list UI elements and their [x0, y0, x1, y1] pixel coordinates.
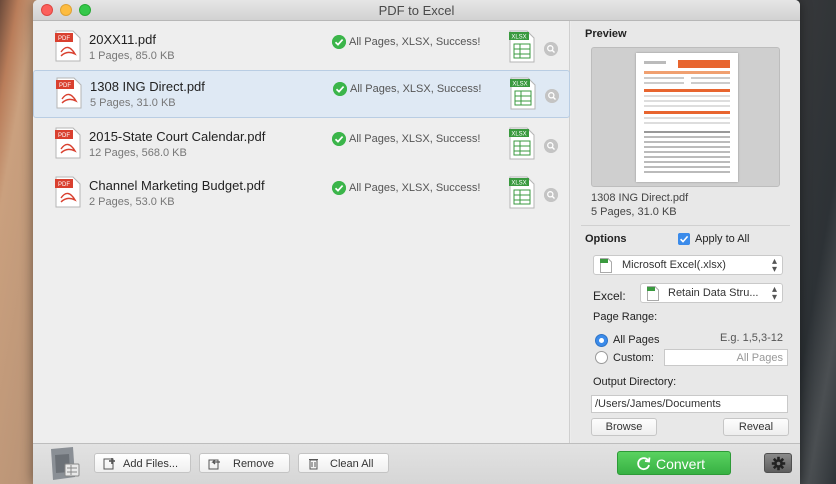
conversion-status: All Pages, XLSX, Success!	[349, 133, 481, 145]
remove-button[interactable]: Remove	[199, 453, 290, 473]
svg-text:XLSX: XLSX	[511, 181, 526, 187]
pdf-file-icon: PDF	[55, 176, 81, 208]
window-title: PDF to Excel	[378, 3, 455, 18]
convert-label: Convert	[656, 456, 706, 472]
file-name: 1308 ING Direct.pdf	[90, 79, 205, 94]
custom-range-radio[interactable]	[595, 351, 608, 364]
file-name: 20XX11.pdf	[89, 32, 156, 47]
remove-label: Remove	[233, 458, 274, 470]
pdf-file-icon: PDF	[56, 77, 82, 109]
divider	[581, 225, 790, 226]
xlsx-file-icon[interactable]: XLSX	[509, 176, 535, 209]
document-thumbnail	[636, 53, 738, 182]
preview-heading: Preview	[585, 28, 627, 40]
all-pages-label: All Pages	[613, 334, 660, 346]
app-logo-icon	[51, 447, 80, 480]
svg-text:PDF: PDF	[58, 133, 70, 139]
conversion-status: All Pages, XLSX, Success!	[349, 182, 481, 194]
stepper-arrows-icon: ▴ ▾	[771, 284, 777, 303]
success-check-icon	[333, 82, 347, 96]
preview-file-meta: 5 Pages, 31.0 KB	[591, 206, 677, 218]
page-range-label: Page Range:	[593, 311, 658, 323]
apply-to-all-label: Apply to All	[695, 233, 750, 245]
preview-area[interactable]	[591, 47, 780, 187]
preview-magnifier-icon[interactable]	[544, 188, 558, 202]
file-row-selected[interactable]: PDF 1308 ING Direct.pdf 5 Pages, 31.0 KB…	[33, 70, 570, 118]
options-heading: Options	[585, 233, 627, 245]
file-meta: 12 Pages, 568.0 KB	[89, 147, 187, 159]
excel-mode-select[interactable]: Retain Data Stru... ▴ ▾	[640, 283, 783, 303]
all-pages-radio[interactable]	[595, 334, 608, 347]
gear-icon	[771, 456, 786, 471]
remove-icon	[208, 459, 220, 470]
page-range-hint: E.g. 1,5,3-12	[720, 332, 783, 344]
svg-text:PDF: PDF	[58, 182, 70, 188]
stepper-arrows-icon: ▴ ▾	[771, 256, 777, 275]
file-name: 2015-State Court Calendar.pdf	[89, 129, 266, 144]
output-directory-value: /Users/James/Documents	[595, 398, 721, 410]
svg-text:PDF: PDF	[58, 36, 70, 42]
output-directory-label: Output Directory:	[593, 376, 677, 388]
close-window-button[interactable]	[41, 4, 53, 16]
clean-all-button[interactable]: Clean All	[298, 453, 389, 473]
svg-text:PDF: PDF	[59, 83, 71, 89]
apply-to-all-checkbox[interactable]	[678, 233, 690, 245]
output-format-select[interactable]: Microsoft Excel(.xlsx) ▴ ▾	[593, 255, 783, 275]
browse-button[interactable]: Browse	[591, 418, 657, 436]
pdf-file-icon: PDF	[55, 30, 81, 62]
reveal-button[interactable]: Reveal	[723, 418, 789, 436]
app-window: PDF to Excel PDF 20XX11.pdf 1 Pages, 85.…	[33, 0, 800, 484]
excel-label: Excel:	[593, 289, 626, 303]
excel-file-icon	[647, 286, 659, 301]
file-meta: 2 Pages, 53.0 KB	[89, 196, 175, 208]
excel-mode-value: Retain Data Stru...	[668, 287, 759, 299]
svg-text:XLSX: XLSX	[512, 82, 527, 88]
success-check-icon	[332, 181, 346, 195]
add-file-icon	[103, 458, 115, 470]
side-panel: Preview 1308 ING Direct.pdf 5 Pages, 31.…	[571, 21, 800, 443]
preview-magnifier-icon[interactable]	[544, 139, 558, 153]
settings-button[interactable]	[764, 453, 792, 473]
file-meta: 1 Pages, 85.0 KB	[89, 50, 175, 62]
file-row[interactable]: PDF 2015-State Court Calendar.pdf 12 Pag…	[33, 121, 570, 169]
refresh-icon	[637, 457, 651, 471]
xlsx-file-icon[interactable]: XLSX	[510, 77, 536, 110]
title-bar: PDF to Excel	[33, 0, 800, 21]
zoom-window-button[interactable]	[79, 4, 91, 16]
excel-file-icon	[600, 258, 612, 273]
file-meta: 5 Pages, 31.0 KB	[90, 97, 176, 109]
xlsx-file-icon[interactable]: XLSX	[509, 127, 535, 160]
preview-magnifier-icon[interactable]	[544, 42, 558, 56]
pdf-file-icon: PDF	[55, 127, 81, 159]
bottom-toolbar: Add Files... Remove Clean All Convert	[33, 443, 800, 484]
add-files-label: Add Files...	[123, 458, 179, 470]
preview-file-name: 1308 ING Direct.pdf	[591, 192, 689, 204]
output-format-value: Microsoft Excel(.xlsx)	[622, 259, 726, 271]
file-row[interactable]: PDF 20XX11.pdf 1 Pages, 85.0 KB All Page…	[33, 24, 570, 72]
file-list: PDF 20XX11.pdf 1 Pages, 85.0 KB All Page…	[33, 21, 570, 443]
custom-range-label: Custom:	[613, 352, 654, 364]
clean-all-label: Clean All	[330, 458, 374, 470]
add-files-button[interactable]: Add Files...	[94, 453, 191, 473]
xlsx-file-icon[interactable]: XLSX	[509, 30, 535, 63]
custom-range-input[interactable]: All Pages	[664, 349, 788, 366]
file-name: Channel Marketing Budget.pdf	[89, 178, 265, 193]
preview-magnifier-icon[interactable]	[545, 89, 559, 103]
svg-text:XLSX: XLSX	[511, 35, 526, 41]
custom-range-placeholder: All Pages	[736, 352, 783, 364]
conversion-status: All Pages, XLSX, Success!	[350, 83, 482, 95]
trash-icon	[309, 459, 318, 470]
svg-text:XLSX: XLSX	[511, 132, 526, 138]
output-directory-field[interactable]: /Users/James/Documents	[591, 395, 788, 413]
convert-button[interactable]: Convert	[617, 451, 731, 475]
file-row[interactable]: PDF Channel Marketing Budget.pdf 2 Pages…	[33, 170, 570, 218]
success-check-icon	[332, 132, 346, 146]
conversion-status: All Pages, XLSX, Success!	[349, 36, 481, 48]
minimize-window-button[interactable]	[60, 4, 72, 16]
success-check-icon	[332, 35, 346, 49]
